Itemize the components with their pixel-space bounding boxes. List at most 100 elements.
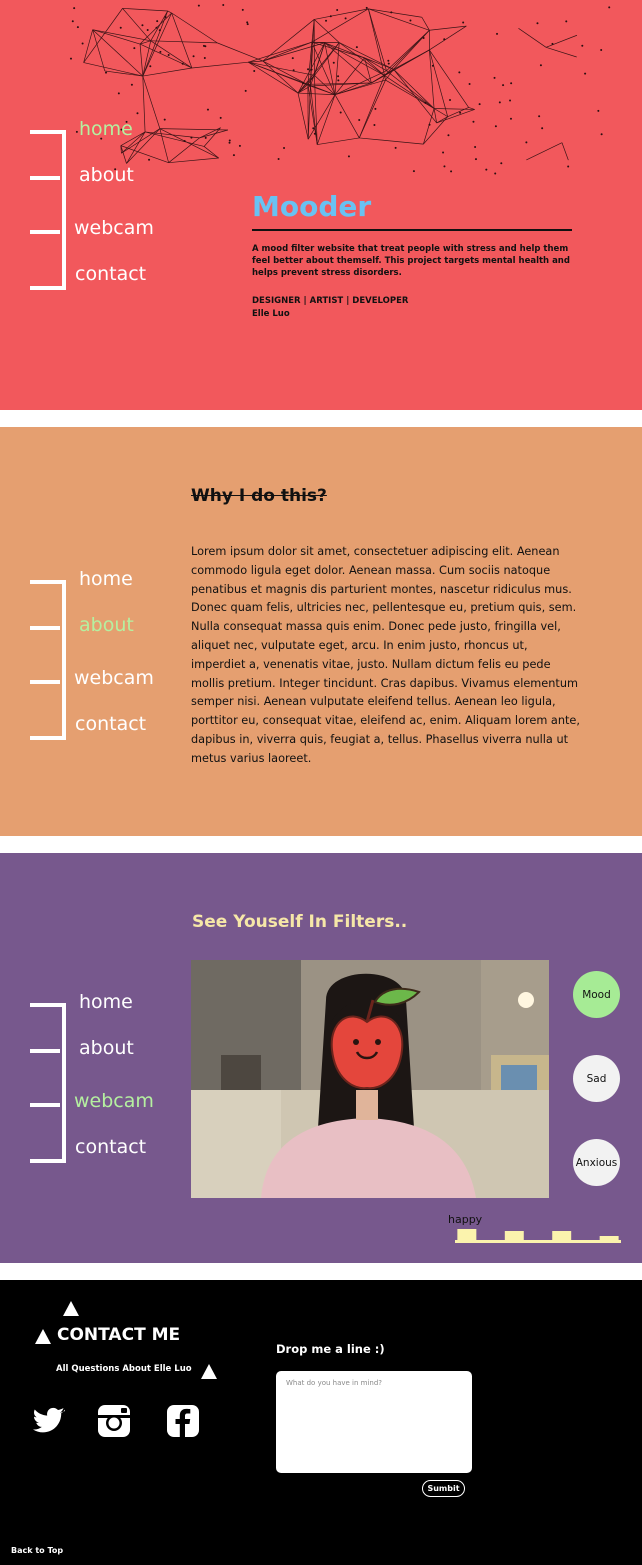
nav-tick — [30, 580, 66, 584]
network-dot — [412, 170, 415, 173]
network-dot — [355, 46, 358, 49]
nav-tick — [30, 1003, 66, 1007]
twitter-icon[interactable] — [33, 1404, 67, 1438]
network-dot — [203, 56, 206, 59]
network-dot — [509, 99, 512, 102]
network-dot — [459, 111, 462, 114]
network-line — [142, 75, 161, 129]
network-dot — [608, 6, 611, 9]
network-dot — [600, 48, 603, 51]
network-line — [545, 34, 578, 48]
network-line — [150, 40, 193, 69]
network-dot — [450, 170, 453, 173]
contact-subtitle: All Questions About Elle Luo — [56, 1364, 192, 1374]
nav-home-link[interactable]: home — [79, 991, 133, 1013]
network-dot — [509, 117, 512, 120]
nav-home-link[interactable]: home — [79, 118, 133, 140]
network-dot — [394, 146, 397, 149]
nav-about-link[interactable]: about — [79, 164, 134, 186]
network-line — [561, 142, 569, 161]
network-dot — [73, 7, 76, 10]
nav-webcam-link[interactable]: webcam — [74, 1090, 154, 1112]
network-dot — [498, 101, 501, 104]
network-dot — [253, 69, 256, 72]
network-dot — [472, 120, 475, 123]
network-dot — [458, 71, 461, 74]
network-dot — [373, 124, 376, 127]
submit-button[interactable]: Sumbit — [422, 1480, 465, 1497]
nav-tick — [30, 286, 66, 290]
network-dot — [244, 89, 247, 92]
network-dot — [442, 151, 445, 154]
nav-home-link[interactable]: home — [79, 568, 133, 590]
nav-bracket — [62, 132, 66, 290]
network-line — [142, 67, 192, 77]
nav-contact-link[interactable]: contact — [75, 263, 146, 285]
nav-contact-link[interactable]: contact — [75, 713, 146, 735]
network-line — [368, 8, 430, 31]
network-line — [429, 49, 469, 108]
about-heading: Why I do this? — [191, 486, 327, 506]
facebook-icon[interactable] — [166, 1404, 200, 1438]
network-dot — [325, 19, 328, 22]
network-dot — [232, 154, 235, 157]
network-line — [393, 69, 435, 109]
network-dot — [336, 8, 339, 11]
network-dot — [291, 57, 294, 60]
nav-tick — [30, 176, 60, 180]
instagram-icon[interactable] — [97, 1404, 131, 1438]
network-dot — [500, 162, 503, 165]
contact-heading: CONTACT ME — [57, 1325, 181, 1345]
nav-webcam-link[interactable]: webcam — [74, 217, 154, 239]
network-dot — [329, 15, 332, 18]
network-line — [217, 42, 264, 62]
form-label: Drop me a line :) — [276, 1342, 385, 1356]
anxious-button[interactable]: Anxious — [573, 1139, 620, 1186]
network-dot — [390, 11, 393, 14]
nav-about-link[interactable]: about — [79, 614, 134, 636]
hero-roles: DESIGNER | ARTIST | DEVELOPER — [252, 296, 409, 306]
side-nav: home about webcam contact — [30, 991, 210, 1183]
network-dot — [163, 118, 166, 121]
webcam-section: home about webcam contact See Youself In… — [0, 853, 642, 1263]
network-dot — [76, 26, 79, 29]
back-to-top-link[interactable]: Back to Top — [11, 1546, 63, 1555]
nav-tick — [30, 1159, 66, 1163]
nav-about-link[interactable]: about — [79, 1037, 134, 1059]
network-dot — [307, 68, 310, 71]
network-dot — [332, 61, 335, 64]
network-dot — [71, 20, 74, 23]
network-dot — [409, 19, 412, 22]
network-dot — [431, 64, 434, 67]
nav-contact-link[interactable]: contact — [75, 1136, 146, 1158]
network-line — [150, 40, 218, 44]
network-dot — [468, 83, 471, 86]
sad-button[interactable]: Sad — [573, 1055, 620, 1102]
network-dot — [156, 20, 159, 23]
message-field[interactable] — [276, 1371, 472, 1473]
network-dot — [204, 45, 207, 48]
network-dot — [167, 54, 170, 57]
network-dot — [581, 44, 584, 47]
nav-webcam-link[interactable]: webcam — [74, 667, 154, 689]
hero-author: Elle Luo — [252, 309, 290, 319]
network-dot — [502, 84, 505, 87]
network-line — [297, 92, 336, 96]
network-line — [358, 75, 385, 139]
network-line — [423, 116, 448, 145]
network-line — [334, 57, 365, 95]
nav-tick — [30, 736, 66, 740]
network-dot — [136, 112, 139, 115]
network-line — [150, 10, 169, 41]
network-line — [142, 12, 172, 77]
network-line — [83, 29, 94, 63]
mood-button[interactable]: Mood — [573, 971, 620, 1018]
network-dot — [525, 141, 528, 144]
network-dot — [292, 69, 295, 72]
webcam-heading: See Youself In Filters.. — [192, 912, 408, 932]
network-dot — [228, 139, 231, 142]
network-dot — [222, 4, 225, 7]
network-line — [92, 29, 151, 42]
network-dot — [485, 168, 488, 171]
hero-title: Mooder — [252, 190, 372, 223]
